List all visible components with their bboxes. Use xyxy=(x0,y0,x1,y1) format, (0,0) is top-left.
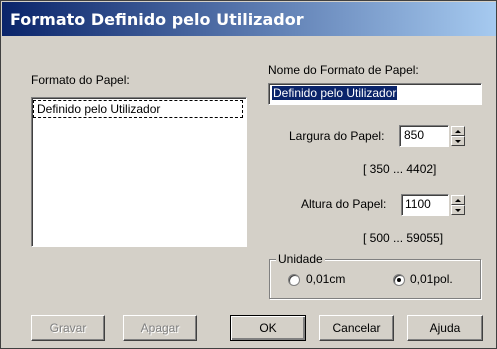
height-value: 1100 xyxy=(405,197,431,211)
paper-format-name-value: Definido pelo Utilizador xyxy=(272,86,398,100)
ok-button[interactable]: OK xyxy=(230,315,306,341)
paper-format-list[interactable]: Definido pelo Utilizador xyxy=(31,97,247,247)
height-up-button[interactable] xyxy=(451,195,465,205)
paper-format-name-input[interactable]: Definido pelo Utilizador xyxy=(268,83,482,105)
unit-cm-label[interactable]: 0,01cm xyxy=(306,272,345,286)
list-item[interactable]: Definido pelo Utilizador xyxy=(33,100,243,118)
unit-label: Unidade xyxy=(276,252,325,266)
arrow-down-icon xyxy=(455,140,461,143)
delete-button[interactable]: Apagar xyxy=(123,315,197,341)
save-button[interactable]: Gravar xyxy=(31,315,105,341)
paper-format-name-label: Nome do Formato de Papel: xyxy=(268,63,419,77)
unit-cm-radio[interactable] xyxy=(288,274,300,286)
dialog-window: Formato Definido pelo Utilizador Formato… xyxy=(0,0,497,349)
width-up-button[interactable] xyxy=(451,126,465,136)
height-label: Altura do Papel: xyxy=(301,197,387,211)
height-input[interactable]: 1100 xyxy=(401,194,449,216)
cancel-button[interactable]: Cancelar xyxy=(319,315,394,341)
arrow-up-icon xyxy=(455,199,461,202)
height-down-button[interactable] xyxy=(451,205,465,215)
width-input[interactable]: 850 xyxy=(399,125,449,147)
width-range: [ 350 ... 4402] xyxy=(363,162,437,176)
paper-format-label: Formato do Papel: xyxy=(31,73,130,87)
help-button[interactable]: Ajuda xyxy=(407,315,483,341)
title-bar[interactable]: Formato Definido pelo Utilizador xyxy=(2,2,496,36)
list-item-label: Definido pelo Utilizador xyxy=(37,102,161,116)
window-title: Formato Definido pelo Utilizador xyxy=(10,10,304,29)
arrow-up-icon xyxy=(455,130,461,133)
width-label: Largura do Papel: xyxy=(289,129,385,143)
height-spinner[interactable] xyxy=(451,195,465,215)
width-down-button[interactable] xyxy=(451,136,465,146)
arrow-down-icon xyxy=(455,209,461,212)
radio-selected-dot xyxy=(397,278,401,282)
unit-inch-label[interactable]: 0,01pol. xyxy=(410,272,453,286)
height-range: [ 500 ... 59055] xyxy=(363,231,444,245)
width-value: 850 xyxy=(404,128,425,142)
width-spinner[interactable] xyxy=(451,126,465,146)
unit-inch-radio[interactable] xyxy=(393,274,405,286)
